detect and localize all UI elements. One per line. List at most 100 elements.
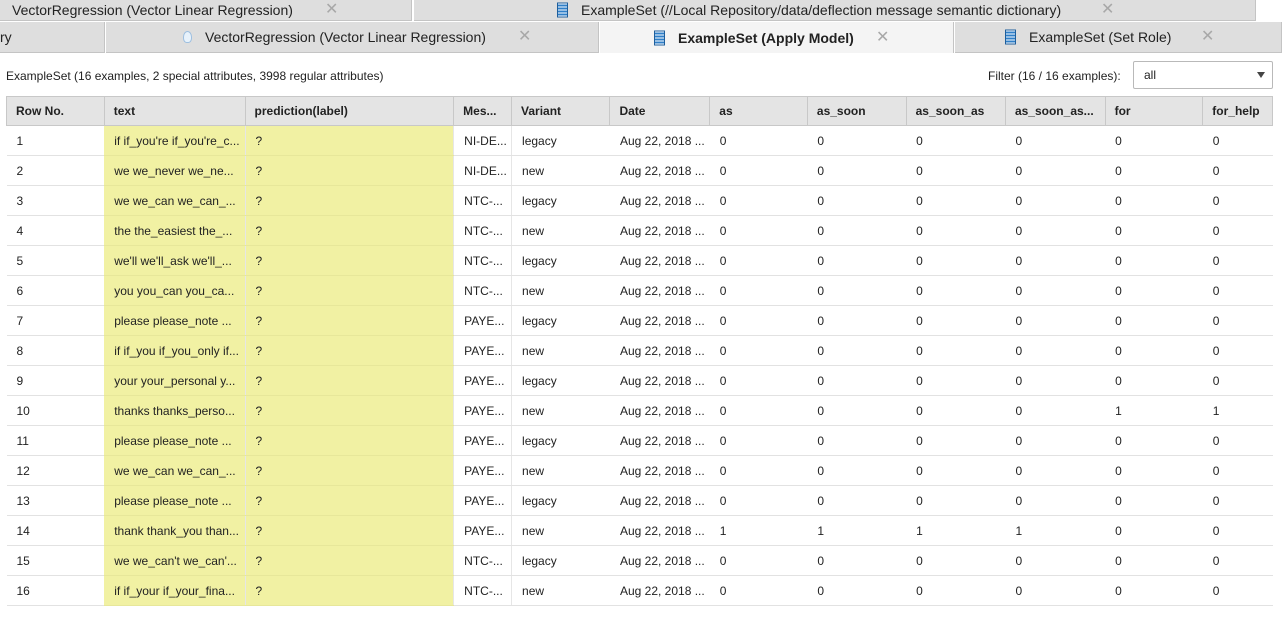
table-row[interactable]: 4 the the_easiest the_...? NTC-... new Aug 2… xyxy=(6,215,1273,246)
table-cell: 0 xyxy=(1105,335,1203,366)
table-cell: 0 xyxy=(906,485,1006,516)
table-cell: ? xyxy=(245,575,455,606)
data-table: Row No. text prediction(label) Mes... Varian… xyxy=(6,96,1273,606)
table-cell: Aug 22, 2018 ... xyxy=(609,485,710,516)
table-cell: Aug 22, 2018 ... xyxy=(609,125,710,156)
table-cell: Aug 22, 2018 ... xyxy=(609,395,710,426)
table-row[interactable]: 3 we we_can we_can_...? NTC-... legacy Aug 2… xyxy=(6,185,1273,216)
column-header[interactable]: text xyxy=(104,96,246,126)
table-row[interactable]: 12 we we_can we_can_...? PAYE... new Aug 22,… xyxy=(6,455,1273,486)
table-cell: new xyxy=(511,335,610,366)
tab-label: ry xyxy=(0,29,12,45)
table-cell: ? xyxy=(245,515,455,546)
table-row[interactable]: 8 if if_you if_you_only if...? PAYE... new A… xyxy=(6,335,1273,366)
tab-exampleset-repository[interactable]: ExampleSet (//Local Repository/data/defl… xyxy=(414,0,1256,21)
table-cell: thanks thanks_perso... xyxy=(104,395,246,426)
table-cell: ? xyxy=(245,335,455,366)
table-cell: PAYE... xyxy=(453,485,513,516)
table-cell: PAYE... xyxy=(453,515,513,546)
table-row[interactable]: 11 please please_note ...? PAYE... legacy Au… xyxy=(6,425,1273,456)
column-header[interactable]: Variant xyxy=(511,96,611,126)
table-cell: 7 xyxy=(6,305,105,336)
table-cell: 0 xyxy=(1202,335,1273,366)
table-cell: 0 xyxy=(807,365,907,396)
table-row[interactable]: 13 please please_note ...? PAYE... legacy Au… xyxy=(6,485,1273,516)
table-cell: 8 xyxy=(6,335,105,366)
table-cell: we'll we'll_ask we'll_... xyxy=(104,245,246,276)
tab-label: ExampleSet (//Local Repository/data/defl… xyxy=(581,2,1062,18)
exampleset-summary: ExampleSet (16 examples, 2 special attri… xyxy=(6,69,384,83)
table-cell: 0 xyxy=(1105,245,1203,276)
table-cell: 0 xyxy=(1202,575,1273,606)
table-row[interactable]: 14 thank thank_you than...? PAYE... new Aug … xyxy=(6,515,1273,546)
table-cell: 0 xyxy=(1005,215,1106,246)
column-header[interactable]: for xyxy=(1105,96,1204,126)
filter-dropdown[interactable]: all xyxy=(1133,61,1273,89)
close-icon[interactable]: ✕ xyxy=(1101,2,1114,18)
table-cell: 0 xyxy=(807,395,907,426)
table-cell: we we_never we_ne... xyxy=(104,155,246,186)
tab-exampleset-set-role[interactable]: ExampleSet (Set Role) ✕ xyxy=(955,22,1282,53)
column-header[interactable]: as_soon xyxy=(807,96,907,126)
table-cell: 0 xyxy=(709,335,808,366)
table-cell: new xyxy=(511,155,610,186)
table-row[interactable]: 15 we we_can't we_can'...? NTC-... legacy Au… xyxy=(6,545,1273,576)
table-cell: 0 xyxy=(807,545,907,576)
table-cell: 0 xyxy=(709,545,808,576)
tab-exampleset-apply-model[interactable]: ExampleSet (Apply Model) ✕ xyxy=(600,22,954,53)
table-row[interactable]: 9 your your_personal y...? PAYE... legacy Au… xyxy=(6,365,1273,396)
table-cell: 0 xyxy=(1202,275,1273,306)
tab-strip-main: ry VectorRegression (Vector Linear Regre… xyxy=(0,22,1282,53)
tab-vector-regression[interactable]: VectorRegression (Vector Linear Regressi… xyxy=(106,22,599,53)
close-icon[interactable]: ✕ xyxy=(518,29,531,45)
tab-vector-regression-top[interactable]: VectorRegression (Vector Linear Regressi… xyxy=(0,0,412,21)
column-header[interactable]: Date xyxy=(609,96,711,126)
table-cell: 0 xyxy=(1005,245,1106,276)
table-cell: 0 xyxy=(1005,575,1106,606)
table-cell: 13 xyxy=(6,485,105,516)
column-header[interactable]: Mes... xyxy=(453,96,513,126)
table-cell: 0 xyxy=(807,155,907,186)
table-cell: 9 xyxy=(6,365,105,396)
column-header[interactable]: for_help xyxy=(1202,96,1273,126)
table-cell: 0 xyxy=(1202,215,1273,246)
table-cell: 0 xyxy=(906,305,1006,336)
table-cell: Aug 22, 2018 ... xyxy=(609,215,710,246)
column-header[interactable]: as_soon_as... xyxy=(1005,96,1106,126)
table-cell: ? xyxy=(245,455,455,486)
table-cell: Aug 22, 2018 ... xyxy=(609,515,710,546)
table-cell: 0 xyxy=(1005,185,1106,216)
table-cell: 0 xyxy=(1105,485,1203,516)
column-header[interactable]: as_soon_as xyxy=(906,96,1006,126)
table-cell: 0 xyxy=(709,155,808,186)
column-header[interactable]: prediction(label) xyxy=(245,96,455,126)
table-row[interactable]: 2 we we_never we_ne...? NI-DE... new Aug 22,… xyxy=(6,155,1273,186)
table-row[interactable]: 10 thanks thanks_perso...? PAYE... new Aug 2… xyxy=(6,395,1273,426)
table-cell: 1 xyxy=(1202,395,1273,426)
tab-truncated[interactable]: ry xyxy=(0,22,105,53)
close-icon[interactable]: ✕ xyxy=(325,2,338,18)
table-row[interactable]: 5 we'll we'll_ask we'll_...? NTC-... legacy… xyxy=(6,245,1273,276)
column-header[interactable]: as xyxy=(709,96,808,126)
table-row[interactable]: 16 if if_your if_your_fina...? NTC-... new A… xyxy=(6,575,1273,606)
table-cell: ? xyxy=(245,395,455,426)
table-cell: 0 xyxy=(1005,485,1106,516)
column-header[interactable]: Row No. xyxy=(6,96,105,126)
table-cell: NTC-... xyxy=(453,245,513,276)
table-row[interactable]: 6 you you_can you_ca...? NTC-... new Aug 22,… xyxy=(6,275,1273,306)
close-icon[interactable]: ✕ xyxy=(876,29,889,46)
close-icon[interactable]: ✕ xyxy=(1201,29,1214,45)
table-row[interactable]: 1 if if_you're if_you're_c...? NI-DE... leg… xyxy=(6,125,1273,156)
table-cell: legacy xyxy=(511,545,610,576)
table-cell: 1 xyxy=(1005,515,1106,546)
table-cell: Aug 22, 2018 ... xyxy=(609,575,710,606)
table-cell: 0 xyxy=(709,365,808,396)
table-cell: 0 xyxy=(807,425,907,456)
table-cell: PAYE... xyxy=(453,335,513,366)
table-row[interactable]: 7 please please_note ...? PAYE... legacy Aug… xyxy=(6,305,1273,336)
table-cell: NI-DE... xyxy=(453,155,513,186)
table-cell: 0 xyxy=(807,335,907,366)
table-cell: 0 xyxy=(1202,365,1273,396)
table-cell: 0 xyxy=(906,365,1006,396)
table-cell: 0 xyxy=(906,575,1006,606)
